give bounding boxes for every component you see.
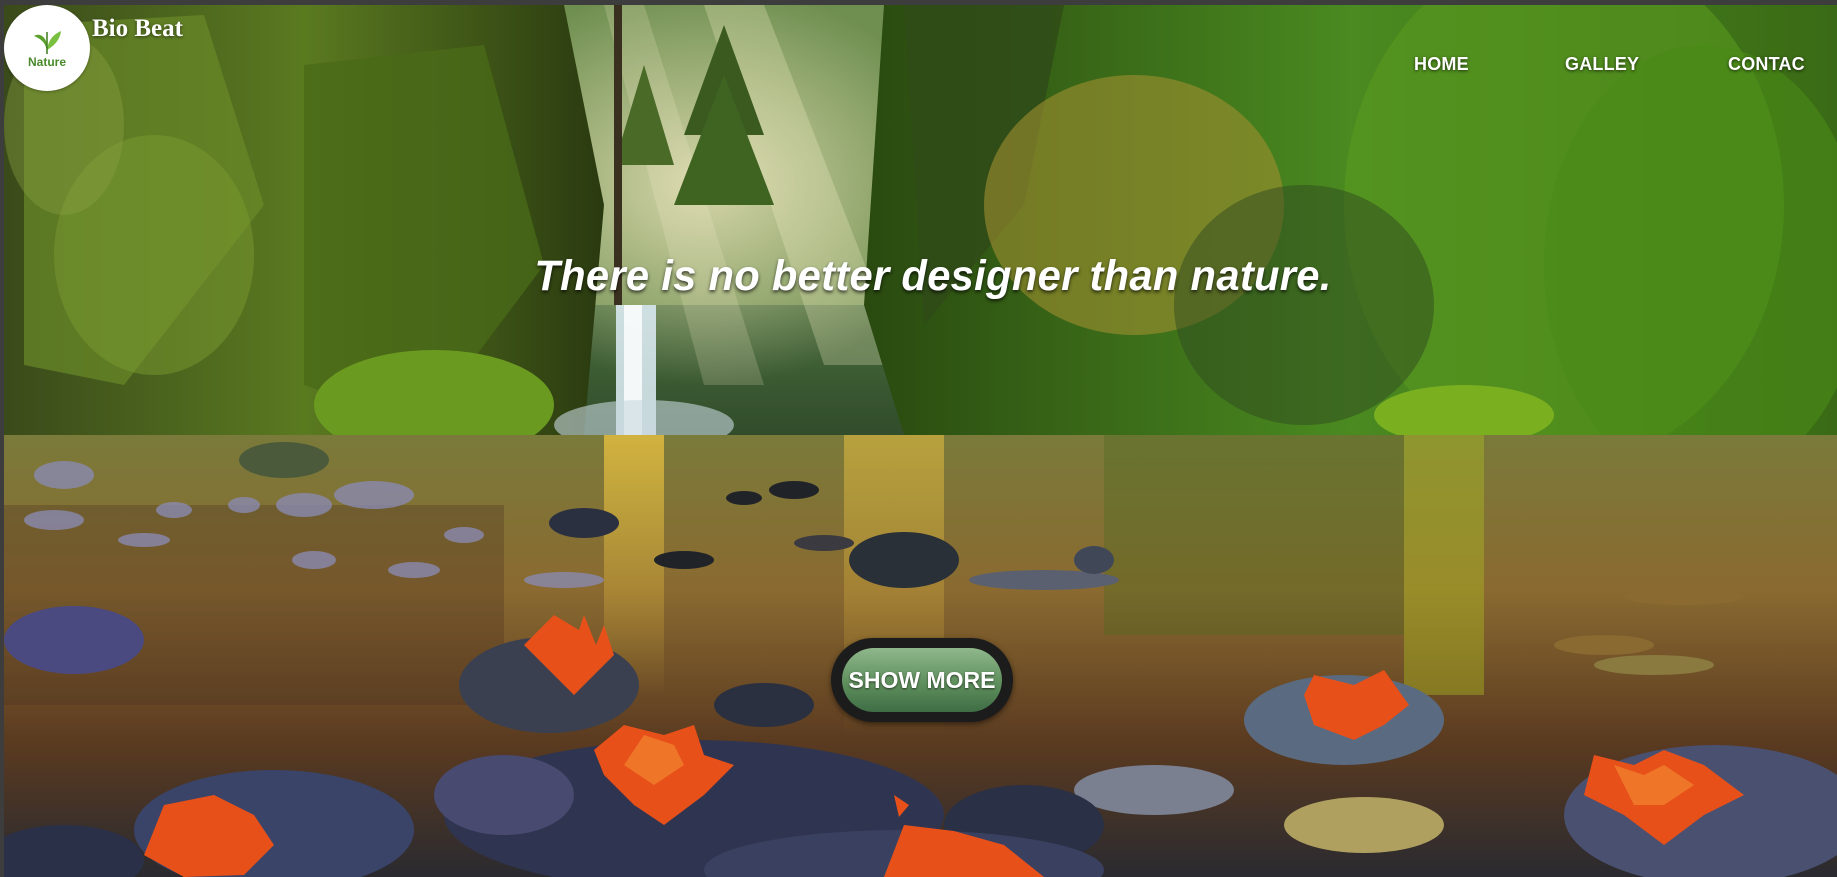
brand-logo[interactable]: Nature: [4, 5, 90, 91]
nature-scene-image: [4, 5, 1837, 877]
show-more-button[interactable]: SHOW MORE: [831, 638, 1013, 722]
show-more-button-inner[interactable]: SHOW MORE: [842, 648, 1002, 712]
main-nav: HOME GALLEY CONTAC: [0, 54, 1837, 78]
window-left-border: [0, 0, 4, 877]
window-top-border: [0, 0, 1837, 5]
nav-home-link[interactable]: HOME: [1414, 54, 1469, 75]
hero-headline-container: There is no better designer than nature.: [0, 252, 1837, 301]
show-more-label: SHOW MORE: [848, 666, 996, 693]
brand-name[interactable]: Bio Beat: [92, 15, 183, 43]
brand[interactable]: Nature Bio Beat: [4, 5, 183, 91]
hero-background: [4, 5, 1837, 877]
nav-contac-link[interactable]: CONTAC: [1728, 54, 1805, 75]
nav-galley-link[interactable]: GALLEY: [1565, 54, 1639, 75]
hero-headline: There is no better designer than nature.: [533, 252, 1332, 300]
leaf-icon: [34, 30, 61, 54]
